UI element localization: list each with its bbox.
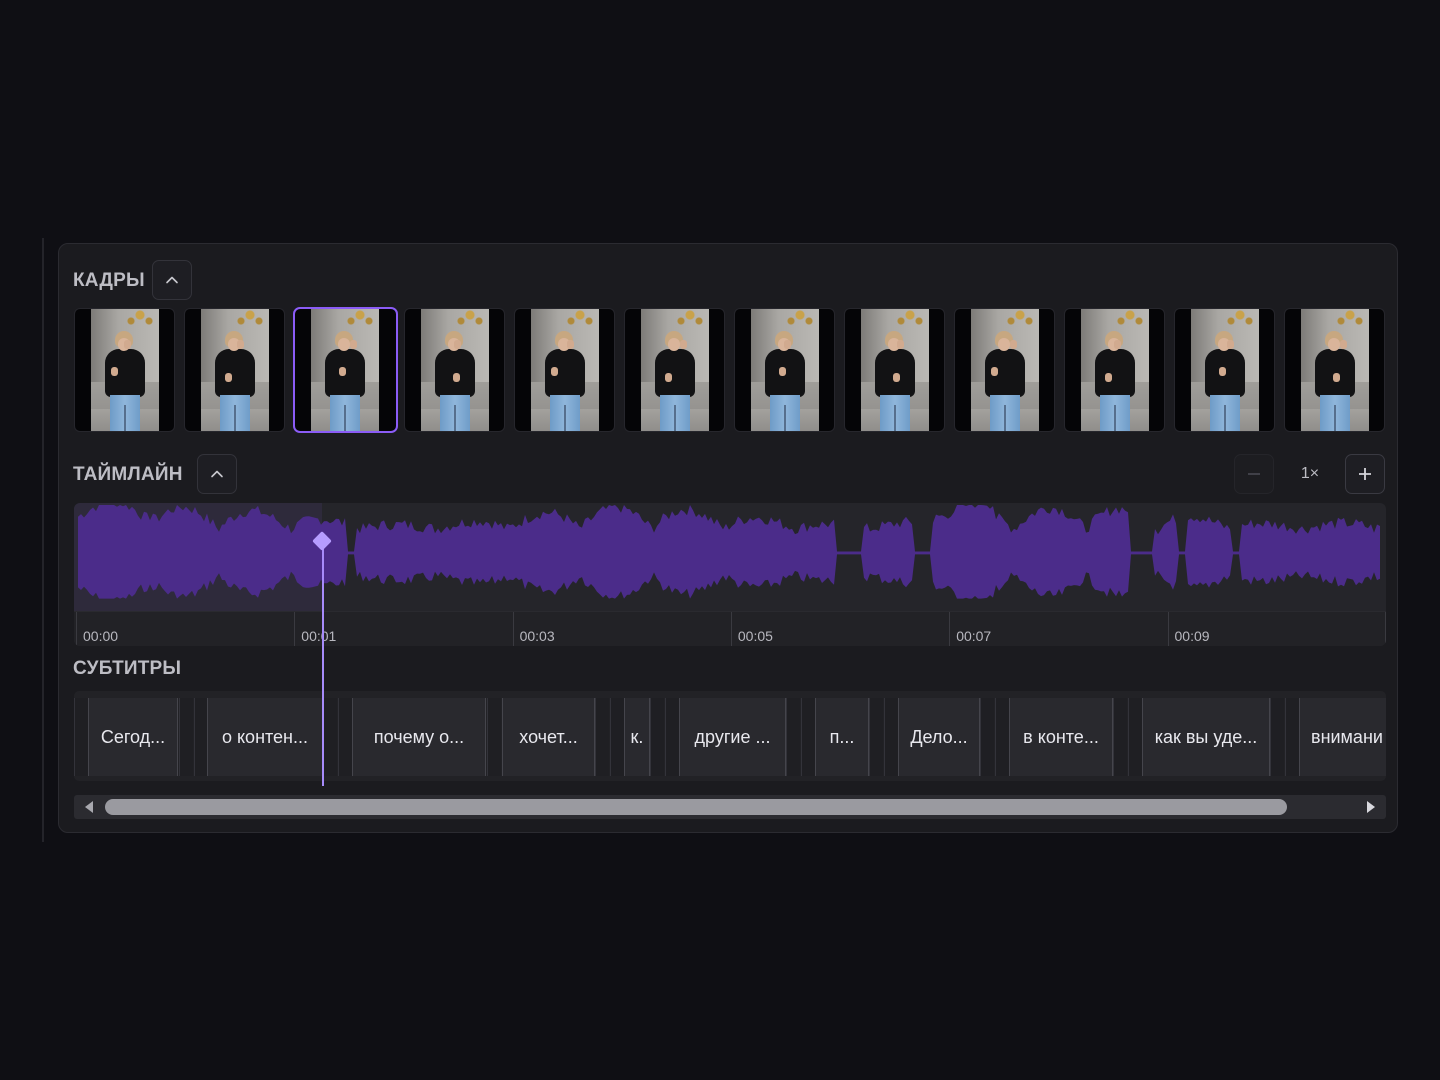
frame-image [1191,309,1259,431]
subtitle-clip[interactable]: другие ... [679,698,786,776]
subtitle-gap [595,698,609,776]
frame-image [751,309,819,431]
frames-title: КАДРЫ [73,270,145,291]
frame-thumbnail[interactable] [514,308,615,432]
subtitle-gap [1285,698,1299,776]
frame-thumbnail[interactable] [1174,308,1275,432]
subtitle-clip[interactable]: хочет... [502,698,595,776]
ruler-tick [1385,612,1386,646]
ruler-tick [76,612,77,646]
subtitle-gap [194,698,208,776]
zoom-in-button[interactable] [1345,454,1385,494]
frame-image [641,309,709,431]
subtitle-clip[interactable]: п... [815,698,869,776]
playhead-line [322,544,324,786]
frame-image [91,309,159,431]
subtitle-gap [665,698,679,776]
timeline-track[interactable]: 00:00 00:01 00:03 00:05 00:07 00:09 [74,503,1386,646]
subtitle-gap [884,698,898,776]
frame-thumbnail[interactable] [734,308,835,432]
ruler-tick [1167,612,1169,646]
frame-thumbnail[interactable] [293,307,398,433]
triangle-left-icon[interactable] [82,800,96,814]
ruler-time-label: 00:09 [1174,628,1210,644]
subtitle-clip[interactable]: Сегод... [88,698,178,776]
frame-thumbnail[interactable] [404,308,505,432]
timeline-collapse-button[interactable] [197,454,237,494]
subtitle-clip[interactable]: почему о... [352,698,486,776]
frame-image [1081,309,1149,431]
subtitle-gap [869,698,883,776]
subtitle-gap [980,698,994,776]
frame-image [531,309,599,431]
frame-thumbnail[interactable] [184,308,285,432]
time-ruler: 00:00 00:01 00:03 00:05 00:07 00:09 [74,611,1386,646]
subtitle-gap [995,698,1009,776]
ruler-time-label: 00:03 [519,628,555,644]
frame-image [1301,309,1369,431]
editor-panel: КАДРЫ ТАЙМЛАЙН 1× 00:00 00:01 00:03 00:05 00… [58,243,1398,833]
frame-thumbnail[interactable] [844,308,945,432]
ruler-time-label: 00:01 [301,628,337,644]
ruler-tick [512,612,514,646]
subtitle-gap [1128,698,1142,776]
left-divider [42,238,44,842]
frame-thumbnail[interactable] [74,308,175,432]
triangle-right-icon[interactable] [1364,800,1378,814]
subtitle-gap [1113,698,1127,776]
chevron-up-icon [211,470,223,478]
subtitles-title: СУБТИТРЫ [73,658,182,679]
chevron-up-icon [166,276,178,284]
subtitle-clip[interactable]: как вы уде... [1142,698,1270,776]
frame-thumbnail[interactable] [624,308,725,432]
subtitle-clip[interactable]: в конте... [1009,698,1113,776]
zoom-out-button[interactable] [1234,454,1274,494]
frame-image [861,309,929,431]
subtitle-gap [786,698,800,776]
subtitle-clip[interactable]: к. [624,698,650,776]
subtitle-gap [338,698,352,776]
frame-thumbnail[interactable] [1064,308,1165,432]
subtitle-gap [74,698,88,776]
timeline-title: ТАЙМЛАЙН [73,464,183,485]
frame-image [971,309,1039,431]
subtitle-gap [650,698,664,776]
frames-collapse-button[interactable] [152,260,192,300]
frame-thumbnail[interactable] [954,308,1055,432]
waveform-shape [78,505,1380,599]
ruler-time-label: 00:07 [956,628,992,644]
ruler-tick [949,612,951,646]
subtitles-track: Сегод... о контен... почему о... хочет... к.… [74,691,1386,781]
ruler-time-label: 00:05 [737,628,773,644]
subtitle-gap [610,698,624,776]
subtitle-gap [323,698,337,776]
frame-image [421,309,489,431]
subtitle-gap [801,698,815,776]
minus-icon [1248,473,1260,475]
ruler-tick [294,612,296,646]
subtitle-clip[interactable]: Дело... [898,698,980,776]
horizontal-scrollbar[interactable] [74,795,1386,819]
frame-image [311,309,379,431]
subtitle-gap [487,698,501,776]
zoom-level: 1× [1300,465,1320,482]
scrollbar-thumb[interactable] [105,799,1287,815]
audio-waveform [78,505,1380,599]
frame-image [201,309,269,431]
plus-icon [1359,468,1371,480]
subtitle-clip[interactable]: о контен... [207,698,323,776]
subtitle-gap [1270,698,1284,776]
frame-thumbnail[interactable] [1284,308,1385,432]
ruler-tick [730,612,732,646]
subtitle-clip[interactable]: внимани [1299,698,1386,776]
ruler-time-label: 00:00 [83,628,119,644]
subtitle-gap [179,698,193,776]
frames-strip [74,307,1386,433]
